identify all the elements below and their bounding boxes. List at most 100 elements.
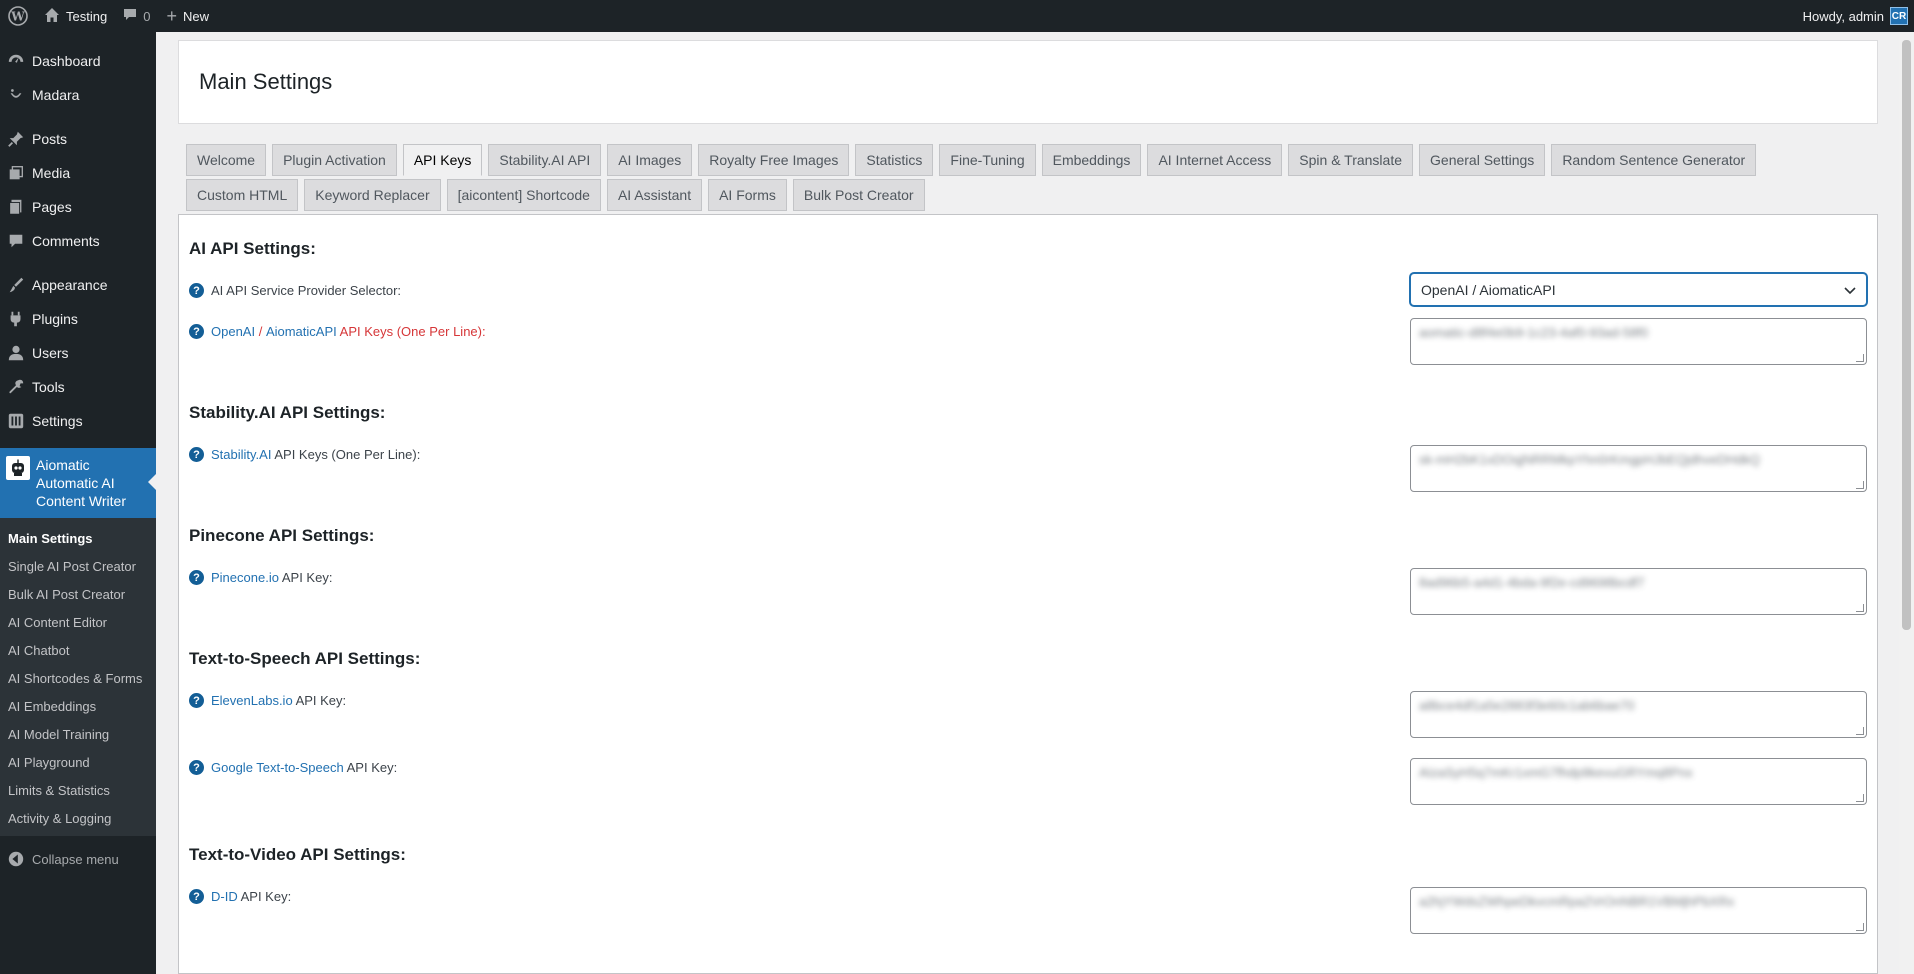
menu-label: Settings xyxy=(32,413,83,429)
scrollbar-thumb[interactable] xyxy=(1902,40,1911,630)
elevenlabs-link[interactable]: ElevenLabs.io xyxy=(211,693,293,708)
help-icon[interactable]: ? xyxy=(189,693,204,708)
tab-fine-tuning[interactable]: Fine-Tuning xyxy=(939,144,1036,176)
submenu-main-settings[interactable]: Main Settings xyxy=(0,524,156,552)
tab-royalty-free-images[interactable]: Royalty Free Images xyxy=(698,144,850,176)
madara-icon xyxy=(6,85,26,105)
submenu-bulk-ai-post-creator[interactable]: Bulk AI Post Creator xyxy=(0,580,156,608)
aiomaticapi-link[interactable]: AiomaticAPI xyxy=(266,324,337,339)
openai-keys-label-text: API Keys (One Per Line): xyxy=(336,324,486,339)
menu-madara[interactable]: Madara xyxy=(0,78,156,112)
page-header: Main Settings xyxy=(178,40,1878,124)
menu-appearance[interactable]: Appearance xyxy=(0,268,156,302)
tab-aicontent-shortcode[interactable]: [aicontent] Shortcode xyxy=(446,179,601,211)
robot-icon xyxy=(6,456,30,480)
tab-ai-internet-access[interactable]: AI Internet Access xyxy=(1147,144,1283,176)
help-icon[interactable]: ? xyxy=(189,760,204,775)
help-icon[interactable]: ? xyxy=(189,324,204,339)
menu-media[interactable]: Media xyxy=(0,156,156,190)
site-name-link[interactable]: Testing xyxy=(36,0,115,32)
stability-link[interactable]: Stability.AI xyxy=(211,447,271,462)
openai-keys-textarea[interactable]: aomatic-d8f4e0b9-1c23-4af0-93ad-58f0 xyxy=(1410,318,1867,365)
collapse-label: Collapse menu xyxy=(32,851,119,867)
google-tts-key-textarea[interactable]: AIzaSyH5q7mKr1xmG7fhdp9kevuGRYmq8Pnx xyxy=(1410,758,1867,805)
tts-api-heading: Text-to-Speech API Settings: xyxy=(189,649,421,668)
did-key-textarea[interactable]: a2hjYWdsZWhpeDkvcmRpa2VrOnNBR1VBMjhPbXRx xyxy=(1410,887,1867,934)
tab-ai-assistant[interactable]: AI Assistant xyxy=(606,179,703,211)
did-link[interactable]: D-ID xyxy=(211,889,238,904)
tab-bulk-post-creator[interactable]: Bulk Post Creator xyxy=(792,179,925,211)
menu-label: Madara xyxy=(32,87,80,103)
menu-label: Comments xyxy=(32,233,100,249)
submenu-activity-logging[interactable]: Activity & Logging xyxy=(0,804,156,832)
submenu-ai-content-editor[interactable]: AI Content Editor xyxy=(0,608,156,636)
menu-users[interactable]: Users xyxy=(0,336,156,370)
plus-icon: + xyxy=(166,6,177,26)
submenu-ai-playground[interactable]: AI Playground xyxy=(0,748,156,776)
elevenlabs-key-textarea[interactable]: a8bce4df1a5e2883f3e60c1ab6bae70 xyxy=(1410,691,1867,738)
tab-custom-html[interactable]: Custom HTML xyxy=(186,179,299,211)
tab-ai-forms[interactable]: AI Forms xyxy=(708,179,787,211)
settings-tabs: Welcome Plugin Activation API Keys Stabi… xyxy=(178,144,1878,214)
svg-text:W: W xyxy=(10,10,25,24)
tab-keyword-replacer[interactable]: Keyword Replacer xyxy=(304,179,441,211)
menu-posts[interactable]: Posts xyxy=(0,122,156,156)
openai-link[interactable]: OpenAI xyxy=(211,324,255,339)
menu-aiomatic[interactable]: Aiomatic Automatic AI Content Writer xyxy=(0,448,156,518)
brush-icon xyxy=(6,275,26,295)
menu-dashboard[interactable]: Dashboard xyxy=(0,44,156,78)
tab-welcome[interactable]: Welcome xyxy=(186,144,267,176)
tab-api-keys[interactable]: API Keys xyxy=(402,144,483,176)
menu-settings[interactable]: Settings xyxy=(0,404,156,438)
tab-random-sentence-generator[interactable]: Random Sentence Generator xyxy=(1551,144,1757,176)
tab-stability-ai-api[interactable]: Stability.AI API xyxy=(488,144,602,176)
chevron-down-icon xyxy=(1844,282,1856,298)
admin-bar: W Testing 0 + New Howdy, admin CR xyxy=(0,0,1914,32)
tab-plugin-activation[interactable]: Plugin Activation xyxy=(272,144,397,176)
submenu-limits-statistics[interactable]: Limits & Statistics xyxy=(0,776,156,804)
pinecone-link[interactable]: Pinecone.io xyxy=(211,570,279,585)
submenu-ai-shortcodes-forms[interactable]: AI Shortcodes & Forms xyxy=(0,664,156,692)
help-icon[interactable]: ? xyxy=(189,889,204,904)
stability-keys-label: ? Stability.AI API Keys (One Per Line): xyxy=(189,447,420,462)
collapse-menu-button[interactable]: Collapse menu xyxy=(0,842,156,876)
google-tts-link[interactable]: Google Text-to-Speech xyxy=(211,760,344,775)
my-account[interactable]: Howdy, admin CR xyxy=(1795,0,1914,32)
submenu-ai-chatbot[interactable]: AI Chatbot xyxy=(0,636,156,664)
api-keys-panel: AI API Settings: ? AI API Service Provid… xyxy=(178,214,1878,974)
new-label: New xyxy=(182,8,209,24)
submenu-ai-embeddings[interactable]: AI Embeddings xyxy=(0,692,156,720)
tab-statistics[interactable]: Statistics xyxy=(855,144,934,176)
tab-embeddings[interactable]: Embeddings xyxy=(1041,144,1142,176)
tab-general-settings[interactable]: General Settings xyxy=(1419,144,1546,176)
new-content-link[interactable]: + New xyxy=(158,0,217,32)
help-icon[interactable]: ? xyxy=(189,283,204,298)
submenu-single-ai-post-creator[interactable]: Single AI Post Creator xyxy=(0,552,156,580)
stability-keys-textarea[interactable]: sk-mH2bK1xDOqjNRRMkpYhn0rKmgpHJbEQjdhveD… xyxy=(1410,445,1867,492)
tab-ai-images[interactable]: AI Images xyxy=(607,144,693,176)
provider-select[interactable]: OpenAI / AiomaticAPI xyxy=(1410,273,1867,306)
menu-plugins[interactable]: Plugins xyxy=(0,302,156,336)
menu-tools[interactable]: Tools xyxy=(0,370,156,404)
comments-link[interactable]: 0 xyxy=(115,0,158,32)
label-separator: / xyxy=(255,324,266,339)
openai-keys-label: ? OpenAI / AiomaticAPI API Keys (One Per… xyxy=(189,324,486,339)
collapse-arrow-icon xyxy=(6,849,26,869)
tab-spin-translate[interactable]: Spin & Translate xyxy=(1288,144,1414,176)
page-scrollbar[interactable] xyxy=(1899,32,1914,974)
main-content: Main Settings Welcome Plugin Activation … xyxy=(178,40,1878,974)
comment-icon xyxy=(6,231,26,251)
elevenlabs-key-value: a8bce4df1a5e2883f3e60c1ab6bae70 xyxy=(1419,698,1635,713)
home-icon xyxy=(44,7,60,26)
pinecone-key-textarea[interactable]: 8ad96b5-a4d1-4bda-9f2e-cd9698bcdf7 xyxy=(1410,568,1867,615)
help-icon[interactable]: ? xyxy=(189,570,204,585)
wordpress-logo-icon[interactable]: W xyxy=(0,0,36,32)
help-icon[interactable]: ? xyxy=(189,447,204,462)
avatar: CR xyxy=(1890,7,1908,25)
menu-pages[interactable]: Pages xyxy=(0,190,156,224)
menu-label: Posts xyxy=(32,131,68,147)
menu-comments[interactable]: Comments xyxy=(0,224,156,258)
submenu-ai-model-training[interactable]: AI Model Training xyxy=(0,720,156,748)
menu-label: Plugins xyxy=(32,311,78,327)
ttv-api-heading: Text-to-Video API Settings: xyxy=(189,845,406,864)
